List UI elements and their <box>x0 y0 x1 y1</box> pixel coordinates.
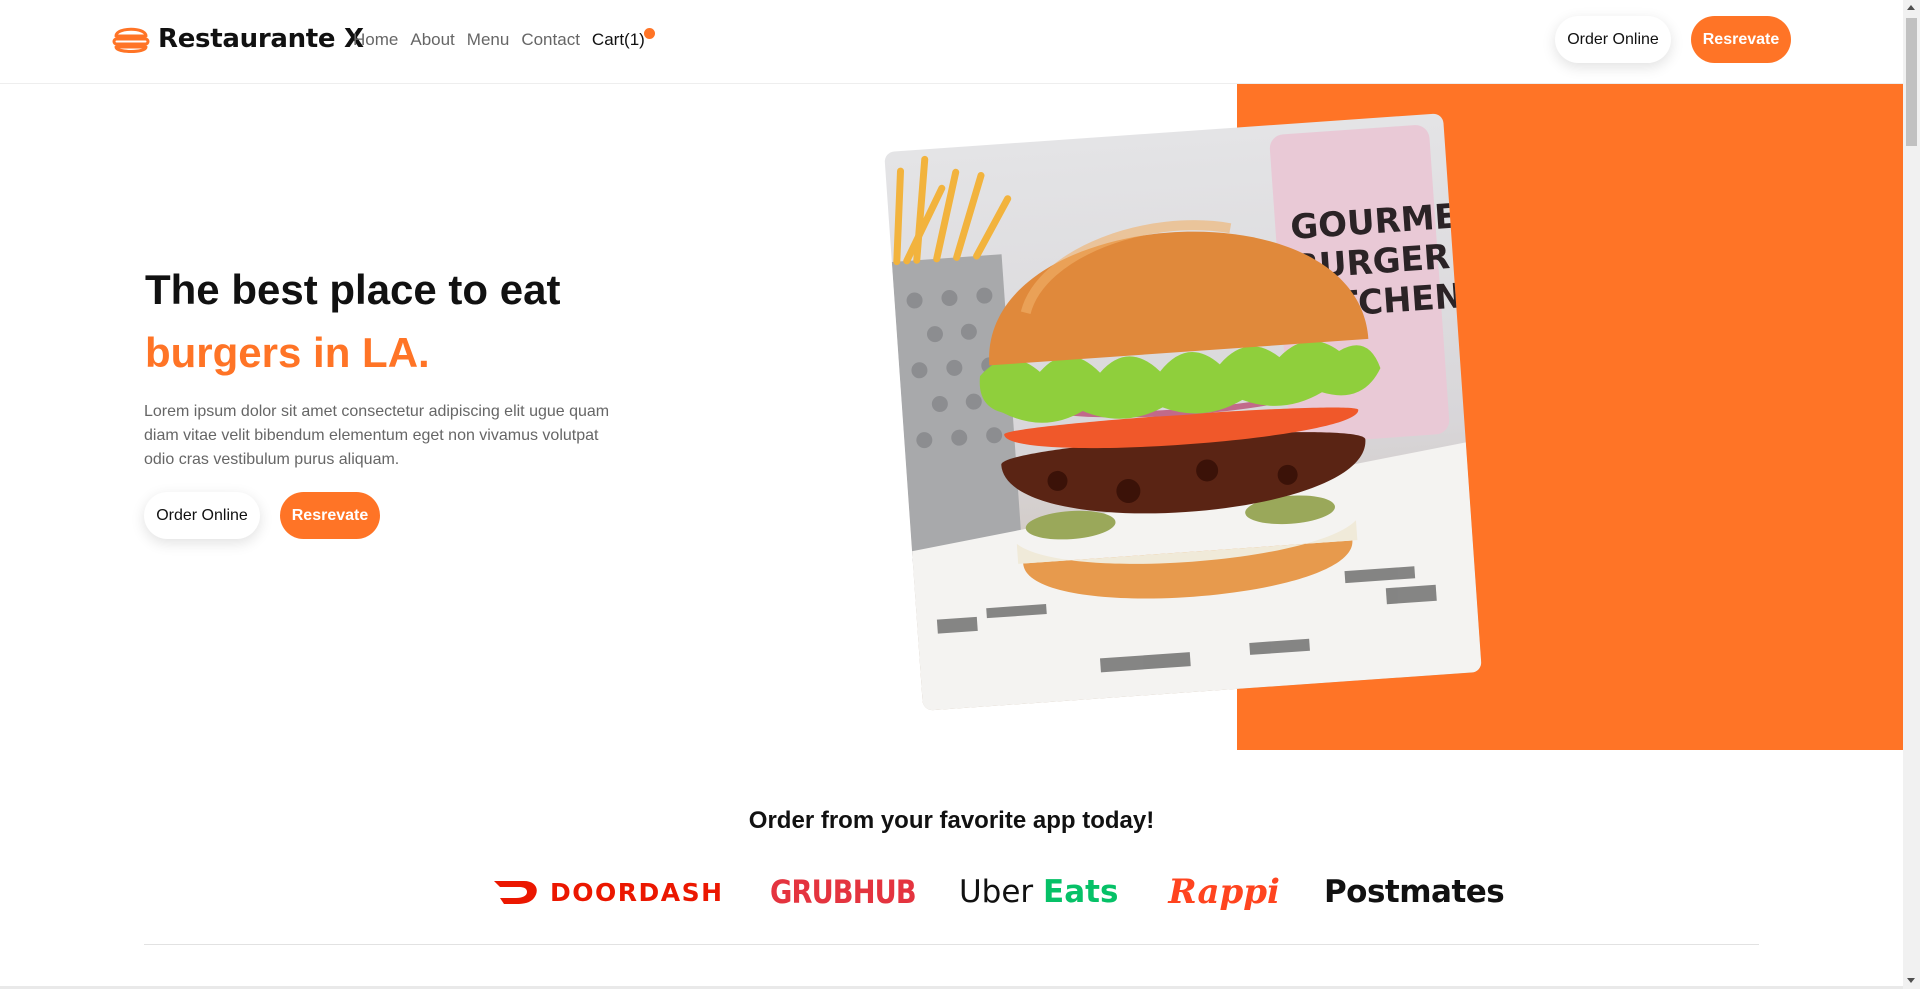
page-scrollbar[interactable] <box>1903 0 1920 989</box>
postmates-label: Postmates <box>1323 874 1505 910</box>
burger-icon <box>112 27 150 53</box>
section-divider <box>144 944 1759 945</box>
rappi-logo[interactable]: Rappi <box>1168 872 1280 912</box>
grubhub-logo[interactable]: GRUBHUB <box>769 873 917 911</box>
burger-photo: GOURMET BURGER KITCHEN <box>884 113 1482 711</box>
hero-title: The best place to eat burgers in LA. <box>145 258 560 384</box>
nav-link-cart[interactable]: Cart(1) <box>591 28 655 50</box>
nav-link-menu[interactable]: Menu <box>467 30 510 50</box>
nav-reserve-button[interactable]: Resrevate <box>1691 16 1791 63</box>
doordash-label: DOORDASH <box>550 877 724 907</box>
hero-description: Lorem ipsum dolor sit amet consectetur a… <box>144 403 610 468</box>
app-logos: DOORDASH GRUBHUB Uber Eats Rappi Postmat… <box>494 868 1505 916</box>
nav-links: Home About Menu Contact Cart(1) <box>353 28 655 50</box>
scrollbar-thumb[interactable] <box>1906 18 1917 146</box>
brand-logo[interactable]: Restaurante X <box>112 22 364 56</box>
apps-title: Order from your favorite app today! <box>748 807 1155 834</box>
cart-label: Cart(1) <box>591 30 645 49</box>
doordash-logo[interactable]: DOORDASH <box>494 878 724 907</box>
postmates-logo[interactable]: Postmates <box>1323 874 1505 910</box>
hero-title-line1: The best place to eat <box>145 266 561 313</box>
uber-label: Uber <box>958 874 1034 910</box>
ubereats-logo[interactable]: Uber Eats <box>959 874 1118 910</box>
brand-name: Restaurante X <box>158 24 364 54</box>
hero-order-online-button[interactable]: Order Online <box>144 492 260 539</box>
eats-label: Eats <box>1043 874 1119 910</box>
hero-title-accent: burgers in LA. <box>145 329 430 376</box>
nav-order-online-button[interactable]: Order Online <box>1555 16 1671 63</box>
rappi-label: Rappi <box>1168 872 1280 912</box>
nav-link-about[interactable]: About <box>410 30 454 50</box>
nav-link-home[interactable]: Home <box>353 30 398 50</box>
cart-badge-dot <box>643 28 655 39</box>
doordash-icon <box>494 881 537 904</box>
scroll-up-arrow-icon[interactable] <box>1907 5 1915 10</box>
nav-link-contact[interactable]: Contact <box>521 30 580 50</box>
grubhub-label: GRUBHUB <box>769 873 917 911</box>
hero-reserve-button[interactable]: Resrevate <box>280 492 380 539</box>
navbar: Restaurante X Home About Menu Contact Ca… <box>0 0 1903 84</box>
scroll-down-arrow-icon[interactable] <box>1907 978 1915 983</box>
burger-illustration: GOURMET BURGER KITCHEN <box>891 125 1482 711</box>
